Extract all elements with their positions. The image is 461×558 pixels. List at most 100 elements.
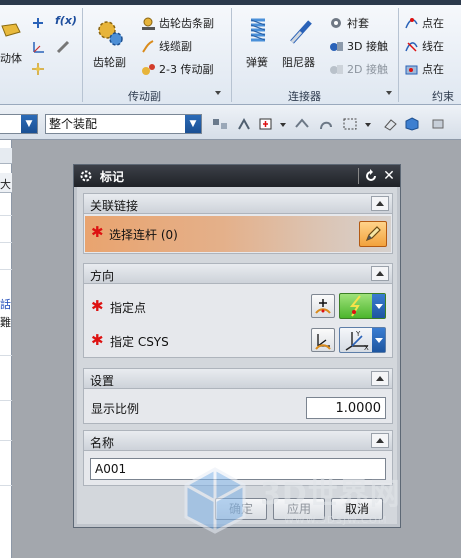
chevron-down-icon: ▼ <box>21 115 37 133</box>
collapse-icon[interactable] <box>371 433 389 448</box>
motion-body-icon <box>1 23 21 37</box>
measure-button[interactable] <box>56 40 70 54</box>
select-link-button[interactable] <box>359 221 387 247</box>
csys-small-button[interactable] <box>31 40 45 54</box>
direction-section-header[interactable]: 方向 <box>84 264 392 284</box>
rectangle-select-icon[interactable] <box>342 117 358 131</box>
toolbar: ▼ 整个装配 ▼ <box>0 105 461 140</box>
line-on-curve-button[interactable]: 线在 <box>404 38 444 54</box>
triple-gear-icon <box>142 63 155 75</box>
scope-select[interactable]: 整个装配 ▼ <box>45 114 202 134</box>
function-button[interactable]: f(x) <box>55 14 77 27</box>
cable-icon <box>142 39 154 53</box>
display-scale-label: 显示比例 <box>91 402 140 416</box>
panel-row-divider <box>0 485 12 486</box>
marker-small-button[interactable] <box>31 62 45 76</box>
name-section: 名称 <box>83 430 393 486</box>
csys-constructor-icon <box>315 334 331 350</box>
settings-section-header[interactable]: 设置 <box>84 369 392 389</box>
link-section-header[interactable]: 关联链接 <box>84 194 392 214</box>
navigator-panel: 大 話 難 <box>0 140 12 558</box>
cancel-button[interactable]: 取消 <box>331 498 383 520</box>
chevron-down-icon: ▼ <box>185 115 201 133</box>
sparkle-icon <box>32 63 44 75</box>
required-asterisk: ✱ <box>91 223 104 241</box>
group-label-constraint: 约束 <box>432 90 454 103</box>
name-section-header[interactable]: 名称 <box>84 431 392 451</box>
contact-2d-button[interactable]: 2D 接触 <box>329 61 388 77</box>
close-icon: ✕ <box>383 168 395 184</box>
svg-text:Y: Y <box>355 330 361 338</box>
panel-row-divider <box>0 242 12 243</box>
point-on-curve-icon <box>405 17 418 28</box>
direction-section: 方向 ✱ 指定点 ✱ 指定 CSYS YX <box>83 263 393 358</box>
display-scale-input[interactable] <box>306 397 386 419</box>
move-icon[interactable] <box>294 117 310 131</box>
specify-csys-label: 指定 CSYS <box>110 335 169 349</box>
name-input[interactable] <box>90 458 386 480</box>
motion-body-button[interactable]: 动体 <box>0 22 22 66</box>
gear-icon[interactable] <box>79 169 93 183</box>
point-on-curve-button[interactable]: 点在 <box>404 15 444 31</box>
group-expand-arrow[interactable] <box>386 91 392 95</box>
contact-3d-button[interactable]: 3D 接触 <box>329 38 388 54</box>
small-dropdown-icon[interactable] <box>364 117 372 131</box>
contact-3d-icon <box>330 41 343 51</box>
rack-pinion-button[interactable]: 齿轮齿条副 <box>141 15 214 31</box>
panel-column-header: 大 <box>0 173 12 193</box>
rotate-icon[interactable] <box>318 117 334 131</box>
csys-type-dropdown[interactable]: YX <box>339 327 386 353</box>
snap-icon[interactable] <box>236 117 252 131</box>
collapse-icon[interactable] <box>371 266 389 281</box>
svg-text:X: X <box>364 344 369 352</box>
point-on-surface-icon <box>405 65 418 74</box>
dialog-title: 标记 <box>100 170 125 184</box>
select-link-label: 选择连杆 (0) <box>109 228 178 242</box>
chevron-down-icon[interactable] <box>372 294 385 318</box>
required-asterisk: ✱ <box>91 331 104 349</box>
csys-dialog-button[interactable] <box>311 328 335 352</box>
two-three-joint-button[interactable]: 2-3 传动副 <box>141 61 213 77</box>
panel-row-divider <box>0 440 12 441</box>
spring-button[interactable]: 弹簧 <box>240 16 276 69</box>
component-filter-icon[interactable] <box>212 117 228 131</box>
point-constructor-icon <box>315 299 331 314</box>
point-dialog-button[interactable] <box>311 294 335 318</box>
chevron-down-icon[interactable] <box>372 328 385 352</box>
ribbon-top-strip <box>0 0 461 5</box>
select-link-row[interactable]: ✱ 选择连杆 (0) <box>85 216 391 252</box>
rack-gear-icon <box>142 17 155 30</box>
ok-button[interactable]: 确定 <box>215 498 267 520</box>
selection-box-icon[interactable] <box>258 117 274 131</box>
spring-icon <box>250 18 266 42</box>
filter-select[interactable]: ▼ <box>0 114 38 134</box>
point-type-dropdown[interactable] <box>339 293 386 319</box>
ribbon-separator <box>231 8 232 102</box>
close-button[interactable]: ✕ <box>380 167 398 185</box>
point-on-surface-button[interactable]: 点在 <box>404 61 444 77</box>
panel-row-divider <box>0 215 12 216</box>
bushing-button[interactable]: 衬套 <box>329 15 369 31</box>
more-tools-icon[interactable] <box>430 117 446 131</box>
gear-button[interactable]: 齿轮副 <box>90 18 130 69</box>
reset-icon <box>366 169 376 181</box>
dialog-title-bar[interactable]: 标记 ✕ <box>74 165 400 187</box>
add-point-button[interactable] <box>31 16 45 30</box>
panel-header <box>0 148 12 164</box>
cube-icon[interactable] <box>404 117 420 131</box>
damper-icon <box>290 20 312 44</box>
eraser-icon[interactable] <box>382 117 398 131</box>
damper-button[interactable]: 阻尼器 <box>280 16 322 69</box>
small-dropdown-icon[interactable] <box>279 117 287 131</box>
contact-2d-icon <box>330 64 343 74</box>
group-expand-arrow[interactable] <box>215 91 221 95</box>
line-on-curve-icon <box>405 41 418 52</box>
apply-button[interactable]: 应用 <box>273 498 325 520</box>
panel-item-text[interactable]: 難 <box>0 314 12 330</box>
reset-button[interactable] <box>362 167 380 185</box>
collapse-icon[interactable] <box>371 371 389 386</box>
panel-item-text[interactable]: 話 <box>0 296 12 312</box>
collapse-icon[interactable] <box>371 196 389 211</box>
cable-button[interactable]: 线缆副 <box>141 38 192 54</box>
panel-row-divider <box>0 400 12 401</box>
